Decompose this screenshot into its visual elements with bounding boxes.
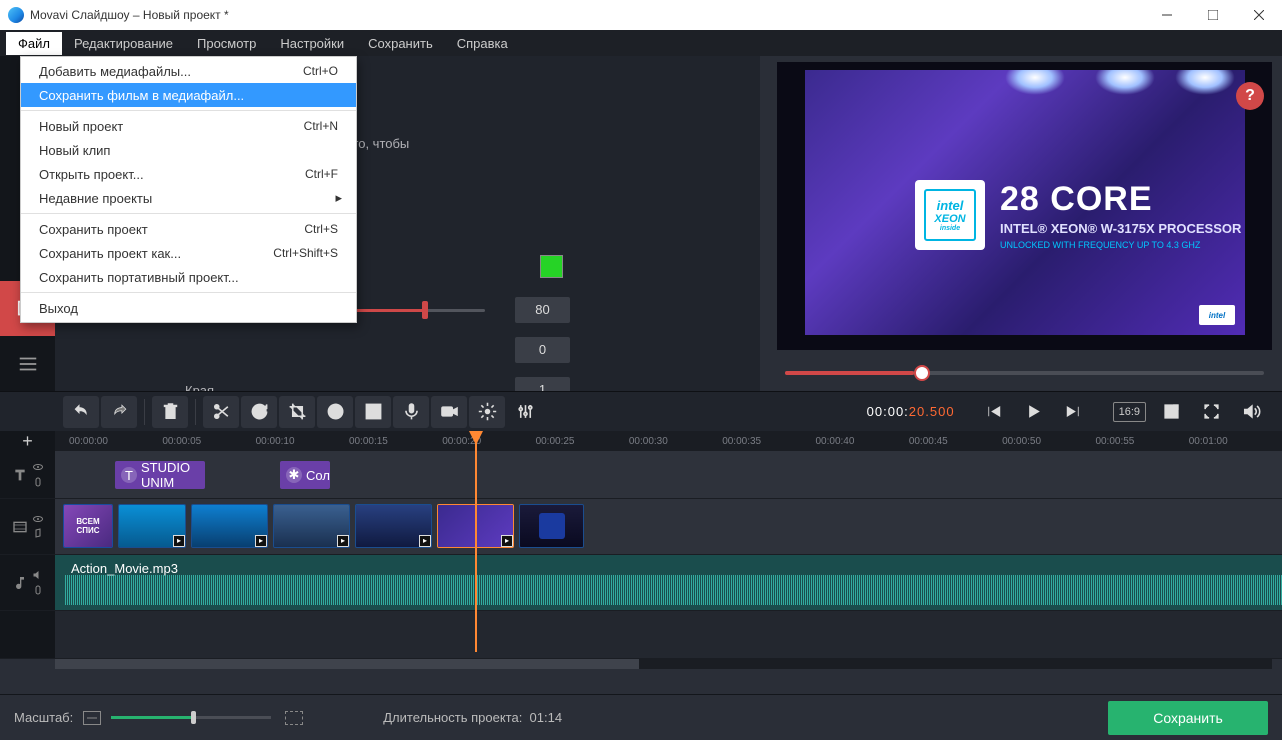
title-track: TSTUDIO UNIM ✱Сол: [0, 451, 1282, 499]
title-clip-2[interactable]: ✱Сол: [280, 461, 330, 489]
split-button[interactable]: [203, 396, 239, 428]
equalizer-button[interactable]: [507, 396, 543, 428]
play-button[interactable]: [1016, 396, 1052, 428]
timeline-scrollbar[interactable]: [55, 659, 1272, 669]
window-minimize-button[interactable]: [1144, 0, 1190, 30]
menu-exit[interactable]: Выход: [21, 296, 356, 320]
zoom-fit-button[interactable]: [83, 711, 101, 725]
mic-button[interactable]: [393, 396, 429, 428]
help-button[interactable]: ?: [1236, 82, 1264, 110]
video-clip-5[interactable]: ▸: [355, 504, 432, 548]
title-clip-1[interactable]: TSTUDIO UNIM: [115, 461, 205, 489]
file-menu-dropdown: Добавить медиафайлы...Ctrl+O Сохранить ф…: [20, 56, 357, 323]
aspect-button[interactable]: 16:9: [1113, 402, 1146, 422]
video-clip-7[interactable]: [519, 504, 584, 548]
video-clip-2[interactable]: ▸: [118, 504, 186, 548]
menu-open-project[interactable]: Открыть проект...Ctrl+F: [21, 162, 356, 186]
tracks-area: TSTUDIO UNIM ✱Сол ВСЕМСПИС ▸ ▸ ▸ ▸ ▸ Act…: [0, 451, 1282, 659]
timecode-display: 00:00:20.500: [867, 400, 955, 423]
menu-help[interactable]: Справка: [445, 32, 520, 55]
menu-recent[interactable]: Недавние проекты▸: [21, 186, 356, 210]
window-maximize-button[interactable]: [1190, 0, 1236, 30]
seek-thumb[interactable]: [914, 365, 930, 381]
menu-new-clip[interactable]: Новый клип: [21, 138, 356, 162]
menu-edit[interactable]: Редактирование: [62, 32, 185, 55]
menu-save-as[interactable]: Сохранить проект как...Ctrl+Shift+S: [21, 241, 356, 265]
menu-file[interactable]: Файл: [6, 32, 62, 55]
intel-logo: intelXEONinside: [915, 180, 985, 250]
menu-new-project[interactable]: Новый проектCtrl+N: [21, 114, 356, 138]
menu-save-movie[interactable]: Сохранить фильм в медиафайл...: [21, 83, 356, 107]
prev-button[interactable]: [976, 396, 1012, 428]
redo-button[interactable]: [101, 396, 137, 428]
video-track: ВСЕМСПИС ▸ ▸ ▸ ▸ ▸: [0, 499, 1282, 555]
save-button[interactable]: Сохранить: [1108, 701, 1268, 735]
noise-value[interactable]: 0: [515, 337, 570, 363]
audio-track: Action_Movie.mp3: [0, 555, 1282, 611]
volume-button[interactable]: [1233, 396, 1269, 428]
add-track-button[interactable]: +: [0, 431, 55, 451]
menu-view[interactable]: Просмотр: [185, 32, 268, 55]
video-clip-1[interactable]: ВСЕМСПИС: [63, 504, 113, 548]
waveform-icon: [65, 575, 1282, 605]
timeline-toolbar: 00:00:20.500 16:9: [0, 391, 1282, 431]
settings-button[interactable]: [469, 396, 505, 428]
playhead[interactable]: [475, 431, 477, 652]
window-title: Movavi Слайдшоу – Новый проект *: [30, 8, 229, 22]
menubar: Файл Редактирование Просмотр Настройки С…: [0, 30, 1282, 56]
detach-button[interactable]: [1153, 396, 1189, 428]
empty-track: [0, 611, 1282, 659]
menu-save-project[interactable]: Сохранить проектCtrl+S: [21, 217, 356, 241]
zoom-fit-button-2[interactable]: [285, 711, 303, 725]
preview-text: 28 CORE INTEL® XEON® W-3175X PROCESSOR U…: [1000, 180, 1241, 250]
zoom-label: Масштаб:: [14, 710, 73, 725]
crop-button[interactable]: [279, 396, 315, 428]
preview-seekbar[interactable]: [777, 358, 1272, 388]
app-logo: [8, 7, 24, 23]
menu-add-media[interactable]: Добавить медиафайлы...Ctrl+O: [21, 59, 356, 83]
menu-settings[interactable]: Настройки: [268, 32, 356, 55]
rotate-button[interactable]: [241, 396, 277, 428]
window-close-button[interactable]: [1236, 0, 1282, 30]
rail-timeline-button[interactable]: [0, 336, 55, 391]
picture-button[interactable]: [355, 396, 391, 428]
video-clip-3[interactable]: ▸: [191, 504, 268, 548]
color-swatch[interactable]: [540, 255, 563, 278]
menu-save[interactable]: Сохранить: [356, 32, 445, 55]
intel-badge: intel: [1199, 305, 1235, 325]
preview-viewport: intelXEONinside 28 CORE INTEL® XEON® W-3…: [777, 62, 1272, 350]
video-clip-4[interactable]: ▸: [273, 504, 350, 548]
preview-frame: intelXEONinside 28 CORE INTEL® XEON® W-3…: [805, 70, 1245, 335]
duration-label: Длительность проекта: 01:14: [383, 710, 562, 725]
fullscreen-button[interactable]: [1193, 396, 1229, 428]
timeline-ruler[interactable]: 00:00:0000:00:0500:00:1000:00:1500:00:20…: [55, 431, 1282, 451]
record-button[interactable]: [431, 396, 467, 428]
delete-button[interactable]: [152, 396, 188, 428]
menu-save-portable[interactable]: Сохранить портативный проект...: [21, 265, 356, 289]
window-titlebar: Movavi Слайдшоу – Новый проект *: [0, 0, 1282, 30]
next-button[interactable]: [1056, 396, 1092, 428]
zoom-slider[interactable]: [111, 716, 271, 719]
status-bar: Масштаб: Длительность проекта: 01:14 Сох…: [0, 694, 1282, 740]
color-button[interactable]: [317, 396, 353, 428]
tolerance-value[interactable]: 80: [515, 297, 570, 323]
undo-button[interactable]: [63, 396, 99, 428]
